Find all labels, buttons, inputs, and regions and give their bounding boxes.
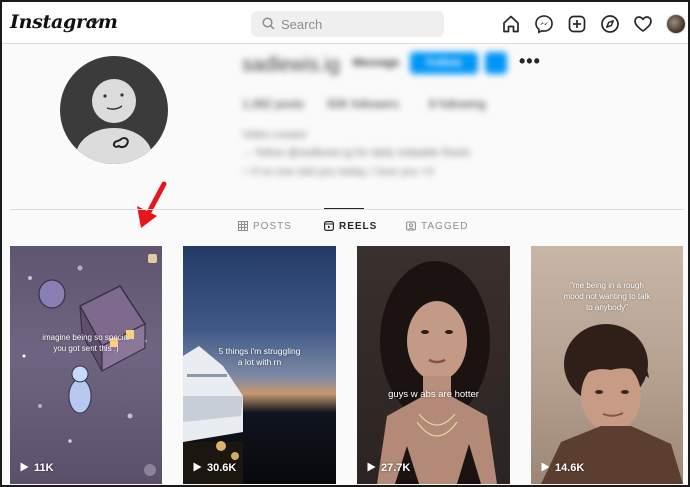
profile-avatar[interactable] <box>666 14 686 34</box>
reel-thumbnail-illustration <box>22 254 157 476</box>
search-input[interactable] <box>281 14 431 34</box>
instagram-logo[interactable]: Instagram <box>10 11 118 33</box>
reel-caption: "me being in a rough mood not wanting to… <box>563 281 651 312</box>
tab-label: TAGGED <box>421 221 469 232</box>
follow-button[interactable]: Follow <box>410 52 478 74</box>
tab-label: POSTS <box>253 221 292 232</box>
play-icon <box>20 462 29 472</box>
tab-posts[interactable]: POSTS <box>238 221 292 232</box>
tab-tagged[interactable]: TAGGED <box>406 221 468 232</box>
search-box[interactable] <box>251 11 444 37</box>
reels-icon <box>324 221 335 232</box>
bio-line: ☝ if no one told you today, I love you <… <box>242 166 434 178</box>
reel-view-count: 11K <box>34 462 54 474</box>
message-button[interactable]: Message <box>350 53 402 73</box>
reel-tile[interactable]: 5 things i'm struggling a lot with rn 30… <box>183 246 336 484</box>
play-icon <box>193 462 202 472</box>
suggested-dropdown-button[interactable] <box>485 52 507 74</box>
grid-icon <box>238 221 248 231</box>
explore-icon[interactable] <box>600 14 620 34</box>
browser-viewport: Instagram Search sadlewis.ig Message Fol… <box>0 0 690 487</box>
top-nav-bar: Instagram <box>2 2 688 44</box>
reel-tile[interactable]: "me being in a rough mood not wanting to… <box>531 246 683 484</box>
tab-label: REELS <box>339 221 378 232</box>
bio-title: Video creator <box>242 129 308 141</box>
tab-reels[interactable]: REELS <box>324 221 377 232</box>
play-icon <box>367 462 376 472</box>
reel-thumbnail-portrait <box>377 261 497 484</box>
following-count[interactable]: 8 following <box>429 97 486 111</box>
bio-line: → follow @sadlewis.ig for daily relatabl… <box>242 147 471 159</box>
reel-views: 14.6K <box>541 462 584 474</box>
chevron-down-icon[interactable] <box>90 17 100 27</box>
reel-view-count: 14.6K <box>555 462 585 474</box>
reel-caption: guys w abs are hotter <box>388 389 479 400</box>
cartoon-face-icon <box>76 79 152 164</box>
profile-picture[interactable] <box>60 56 168 164</box>
followers-count[interactable]: 50K followers <box>327 97 399 111</box>
activity-heart-icon[interactable] <box>633 14 653 34</box>
reel-caption: 5 things i'm struggling a lot with rn <box>218 346 301 367</box>
reel-views: 30.6K <box>193 462 236 474</box>
messenger-icon[interactable] <box>534 14 554 34</box>
posts-count: 1,082 posts <box>242 97 305 111</box>
annotation-arrow-icon <box>137 181 167 228</box>
home-icon[interactable] <box>501 14 521 34</box>
reel-tile[interactable]: guys w abs are hotter 27.7K <box>357 246 510 484</box>
new-post-icon[interactable] <box>567 14 587 34</box>
search-icon <box>262 17 275 30</box>
profile-username: sadlewis.ig <box>242 54 340 76</box>
tagged-icon <box>406 221 416 231</box>
reel-tile[interactable]: imagine being so special you got sent th… <box>10 246 162 484</box>
reel-views: 11K <box>20 462 54 474</box>
tabs-divider <box>10 209 684 210</box>
reel-view-count: 30.6K <box>207 462 237 474</box>
play-icon <box>541 462 550 472</box>
active-tab-indicator <box>324 208 364 209</box>
more-options-button[interactable]: ••• <box>519 51 541 72</box>
reel-views: 27.7K <box>367 462 410 474</box>
reel-view-count: 27.7K <box>381 462 411 474</box>
reel-caption: imagine being so special you got sent th… <box>42 333 130 353</box>
